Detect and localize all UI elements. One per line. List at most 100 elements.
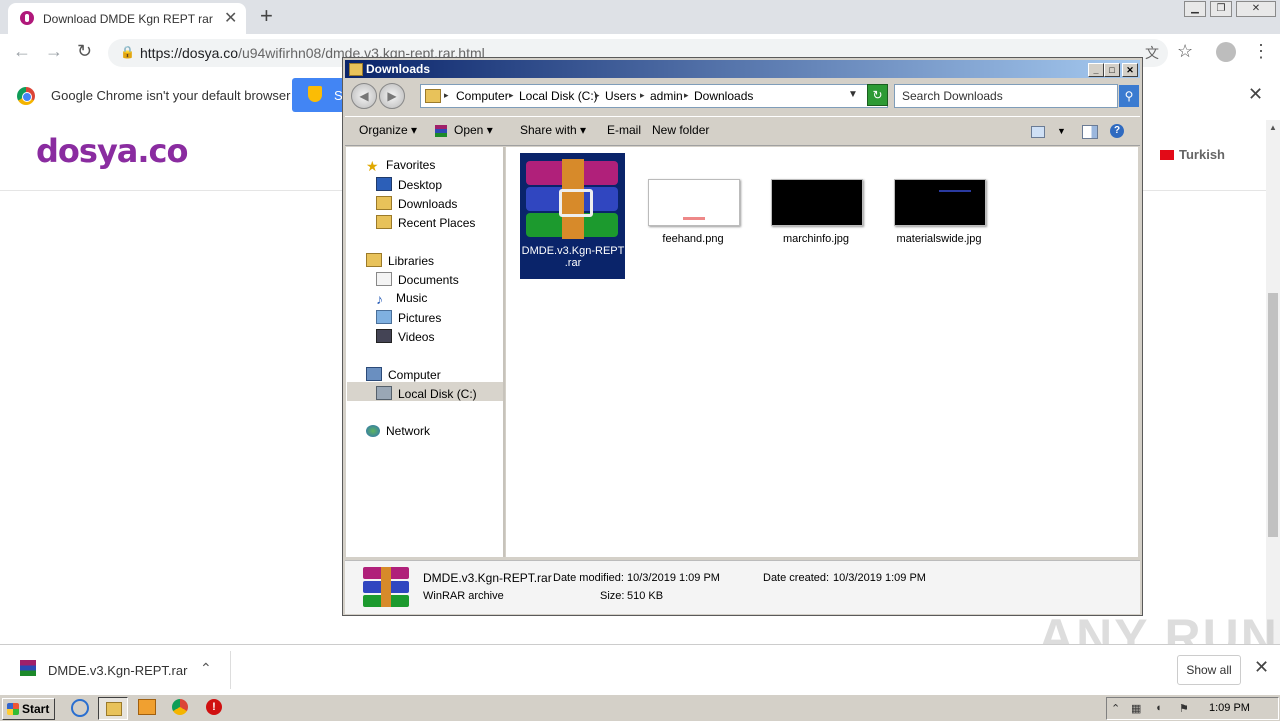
nav-local-disk[interactable]: Local Disk (C:)	[376, 386, 477, 401]
scroll-up-icon[interactable]: ▲	[1269, 123, 1277, 132]
command-bar: Organize ▾ Open ▾ Share with ▾ E-mail Ne…	[345, 116, 1140, 146]
maximize-icon[interactable]: □	[1104, 63, 1120, 77]
folder-icon	[349, 63, 363, 76]
clock[interactable]: 1:09 PM	[1209, 702, 1250, 714]
view-dropdown-icon[interactable]: ▼	[1057, 126, 1066, 136]
nav-computer-label: Computer	[388, 368, 441, 382]
close-window-icon[interactable]: ✕	[1236, 1, 1276, 17]
explorer-taskbar-button[interactable]	[98, 697, 128, 720]
breadcrumb-computer[interactable]: Computer	[456, 89, 509, 103]
minimize-window-icon[interactable]: ▁	[1184, 1, 1206, 17]
nav-music[interactable]: ♪ Music	[376, 291, 427, 307]
download-file-name: DMDE.v3.Kgn-REPT.rar	[48, 663, 188, 678]
nav-network[interactable]: Network	[366, 424, 430, 438]
nav-desktop[interactable]: Desktop	[376, 177, 442, 192]
download-item[interactable]: DMDE.v3.Kgn-REPT.rar ⌃	[10, 653, 220, 687]
nav-downloads[interactable]: Downloads	[376, 196, 457, 211]
change-view-icon[interactable]	[1031, 126, 1045, 138]
libraries-icon	[366, 253, 382, 267]
infobar-message: Google Chrome isn't your default browser	[51, 88, 291, 103]
nav-favorites[interactable]: ★ Favorites	[366, 158, 435, 174]
nav-videos[interactable]: Videos	[376, 329, 434, 344]
tab-strip: Download DMDE Kgn REPT rar ✕ + ▁ ❐ ✕	[0, 0, 1280, 34]
close-icon[interactable]: ✕	[1122, 63, 1138, 77]
security-alert-icon[interactable]: !	[206, 699, 222, 715]
file-item-feehand[interactable]: feehand.png	[638, 177, 748, 277]
language-selector[interactable]: Turkish	[1160, 147, 1225, 162]
internet-explorer-icon[interactable]	[71, 699, 89, 717]
reload-icon[interactable]: ↻	[77, 41, 92, 62]
forward-arrow-icon[interactable]: ▶	[379, 83, 405, 109]
pictures-icon	[376, 310, 392, 324]
explorer-titlebar[interactable]: Downloads _ □ ✕	[345, 60, 1140, 78]
downloads-folder-icon	[376, 196, 392, 210]
nav-recent-places[interactable]: Recent Places	[376, 215, 475, 230]
breadcrumb-downloads[interactable]: Downloads	[694, 89, 753, 103]
image-thumbnail	[648, 179, 740, 226]
file-item-marchinfo[interactable]: marchinfo.jpg	[761, 177, 871, 277]
site-logo[interactable]: dosya.co	[36, 132, 188, 170]
close-shelf-icon[interactable]: ✕	[1254, 657, 1269, 678]
address-dropdown-icon[interactable]: ▼	[848, 89, 858, 100]
restore-window-icon[interactable]: ❐	[1210, 1, 1232, 17]
forward-icon[interactable]: →	[45, 41, 63, 62]
media-player-icon[interactable]	[138, 699, 156, 715]
browser-tab[interactable]: Download DMDE Kgn REPT rar ✕	[8, 3, 246, 34]
new-folder-button[interactable]: New folder	[652, 123, 709, 137]
network-tray-icon[interactable]: ▦	[1131, 702, 1145, 715]
show-all-button[interactable]: Show all	[1177, 655, 1241, 685]
bookmark-star-icon[interactable]: ☆	[1177, 41, 1193, 62]
site-favicon-icon	[20, 11, 34, 25]
winrar-archive-icon	[526, 159, 618, 239]
file-item-rar[interactable]: DMDE.v3.Kgn-REPT .rar	[520, 153, 625, 279]
help-icon[interactable]: ?	[1110, 124, 1124, 138]
details-created-value: 10/3/2019 1:09 PM	[833, 572, 926, 584]
minimize-icon[interactable]: _	[1088, 63, 1104, 77]
taskbar: Start ! ⌃ ▦ ◖ ⚑ 1:09 PM	[0, 694, 1280, 721]
breadcrumb-separator: ▸	[509, 90, 514, 100]
search-icon[interactable]: ⚲	[1119, 85, 1139, 107]
nav-computer[interactable]: Computer	[366, 367, 441, 382]
refresh-icon[interactable]: ↻	[867, 84, 888, 106]
page-scrollbar[interactable]: ▲	[1266, 120, 1280, 644]
nav-libraries[interactable]: Libraries	[366, 253, 434, 268]
breadcrumb-separator: ▸	[640, 90, 645, 100]
network-icon	[366, 425, 380, 437]
breadcrumb-admin[interactable]: admin	[650, 89, 683, 103]
breadcrumb-separator: ▸	[595, 90, 600, 100]
back-icon[interactable]: ←	[13, 41, 31, 62]
shield-icon	[308, 86, 322, 102]
breadcrumb-separator: ▸	[684, 90, 689, 100]
details-pane: DMDE.v3.Kgn-REPT.rar WinRAR archive Date…	[345, 560, 1140, 614]
preview-pane-icon[interactable]	[1082, 125, 1098, 139]
file-name: feehand.png	[662, 233, 724, 245]
close-infobar-icon[interactable]: ✕	[1248, 84, 1263, 105]
file-item-materialswide[interactable]: materialswide.jpg	[884, 177, 994, 277]
menu-icon[interactable]: ⋮	[1252, 41, 1270, 62]
share-with-menu[interactable]: Share with ▾	[520, 123, 586, 137]
nav-pictures[interactable]: Pictures	[376, 310, 441, 325]
organize-menu[interactable]: Organize ▾	[359, 123, 417, 137]
email-button[interactable]: E-mail	[607, 123, 641, 137]
start-button[interactable]: Start	[2, 698, 55, 720]
chrome-logo-icon	[17, 87, 35, 105]
tray-expand-icon[interactable]: ⌃	[1111, 702, 1125, 715]
chevron-up-icon[interactable]: ⌃	[200, 660, 212, 677]
open-menu[interactable]: Open ▾	[454, 123, 493, 137]
explorer-window: Downloads _ □ ✕ ◀ ▶ ▸ Computer ▸ Local D…	[342, 57, 1143, 616]
back-arrow-icon[interactable]: ◀	[351, 83, 377, 109]
breadcrumb-local-disk[interactable]: Local Disk (C:)	[519, 89, 598, 103]
search-box[interactable]: Search Downloads ⚲	[894, 84, 1139, 108]
translate-icon[interactable]: 文	[1145, 43, 1159, 63]
details-size-label: Size:	[600, 590, 625, 602]
new-tab-icon[interactable]: +	[260, 3, 273, 29]
profile-avatar-icon[interactable]	[1216, 42, 1236, 62]
chrome-icon[interactable]	[172, 699, 188, 715]
tab-close-icon[interactable]: ✕	[224, 8, 237, 28]
breadcrumb-users[interactable]: Users	[605, 89, 636, 103]
action-center-flag-icon[interactable]: ⚑	[1179, 702, 1193, 715]
volume-icon[interactable]: ◖	[1155, 702, 1169, 715]
scrollbar-thumb[interactable]	[1268, 293, 1278, 537]
nav-documents[interactable]: Documents	[376, 272, 459, 287]
breadcrumb[interactable]: ▸ Computer ▸ Local Disk (C:) ▸ Users ▸ a…	[420, 84, 888, 108]
